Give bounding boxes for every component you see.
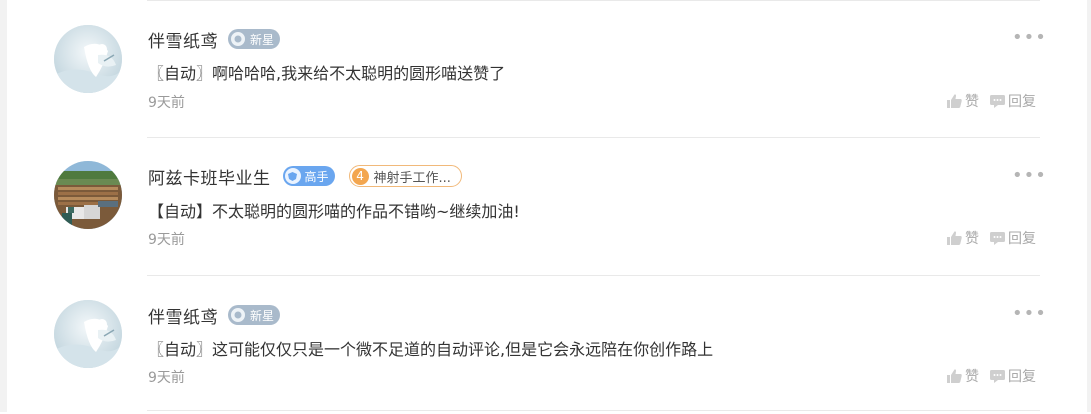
more-dots-icon[interactable]: ••• — [1012, 305, 1047, 323]
comment-item: 阿兹卡班毕业生 高手 4 神射手工作... 【自动】不太聪明的圆形喵的作品不错哟… — [0, 138, 1091, 276]
like-label: 赞 — [965, 369, 979, 385]
comment-text: 〖自动〗这可能仅仅只是一个微不足道的自动评论,但是它会永远陪在你创作路上 — [148, 340, 714, 359]
username[interactable]: 阿兹卡班毕业生 — [148, 164, 271, 189]
like-label: 赞 — [965, 94, 979, 110]
shield-badge-icon — [284, 168, 301, 184]
chat-bubble-icon — [990, 94, 1005, 108]
star-badge-icon — [230, 31, 246, 47]
medal-label: 神射手工作... — [373, 170, 451, 186]
medal-badge[interactable]: 4 神射手工作... — [348, 165, 462, 187]
like-button[interactable]: 赞 — [946, 228, 979, 248]
comment-time: 9天前 — [148, 232, 185, 248]
level-badge-label: 新星 — [250, 32, 275, 47]
reply-button[interactable]: 回复 — [989, 228, 1036, 248]
medal-number: 4 — [351, 167, 369, 185]
thumbs-up-icon — [947, 231, 962, 245]
level-badge: 新星 — [228, 29, 281, 49]
reply-label: 回复 — [1008, 369, 1036, 385]
username[interactable]: 伴雪纸鸢 — [148, 27, 218, 52]
thumbs-up-icon — [947, 94, 962, 108]
like-button[interactable]: 赞 — [946, 91, 979, 111]
divider — [147, 410, 1040, 411]
comment-item: 伴雪纸鸢 新星 〖自动〗啊哈哈哈,我来给不太聪明的圆形喵送赞了 9天前 ••• … — [0, 0, 1091, 138]
reply-button[interactable]: 回复 — [989, 366, 1036, 386]
thumbs-up-icon — [947, 369, 962, 383]
level-badge-label: 新星 — [250, 308, 275, 323]
star-badge-icon — [230, 307, 246, 323]
comment-text: 〖自动〗啊哈哈哈,我来给不太聪明的圆形喵送赞了 — [148, 64, 506, 83]
avatar[interactable] — [54, 25, 122, 93]
comment-time: 9天前 — [148, 95, 185, 111]
more-dots-icon[interactable]: ••• — [1012, 29, 1047, 47]
chat-bubble-icon — [990, 369, 1005, 383]
like-label: 赞 — [965, 231, 979, 247]
avatar[interactable] — [54, 161, 122, 229]
comment-time: 9天前 — [148, 370, 185, 386]
chat-bubble-icon — [990, 231, 1005, 245]
level-badge-label: 高手 — [304, 169, 329, 184]
level-badge: 新星 — [228, 305, 281, 325]
like-button[interactable]: 赞 — [946, 366, 979, 386]
reply-button[interactable]: 回复 — [989, 91, 1036, 111]
reply-label: 回复 — [1008, 94, 1036, 110]
comment-text: 【自动】不太聪明的圆形喵的作品不错哟~继续加油! — [148, 202, 520, 221]
more-dots-icon[interactable]: ••• — [1012, 167, 1047, 185]
reply-label: 回复 — [1008, 231, 1036, 247]
level-badge: 高手 — [282, 166, 335, 186]
comment-item: 伴雪纸鸢 新星 〖自动〗这可能仅仅只是一个微不足道的自动评论,但是它会永远陪在你… — [0, 276, 1091, 414]
avatar[interactable] — [54, 300, 122, 368]
username[interactable]: 伴雪纸鸢 — [148, 303, 218, 328]
